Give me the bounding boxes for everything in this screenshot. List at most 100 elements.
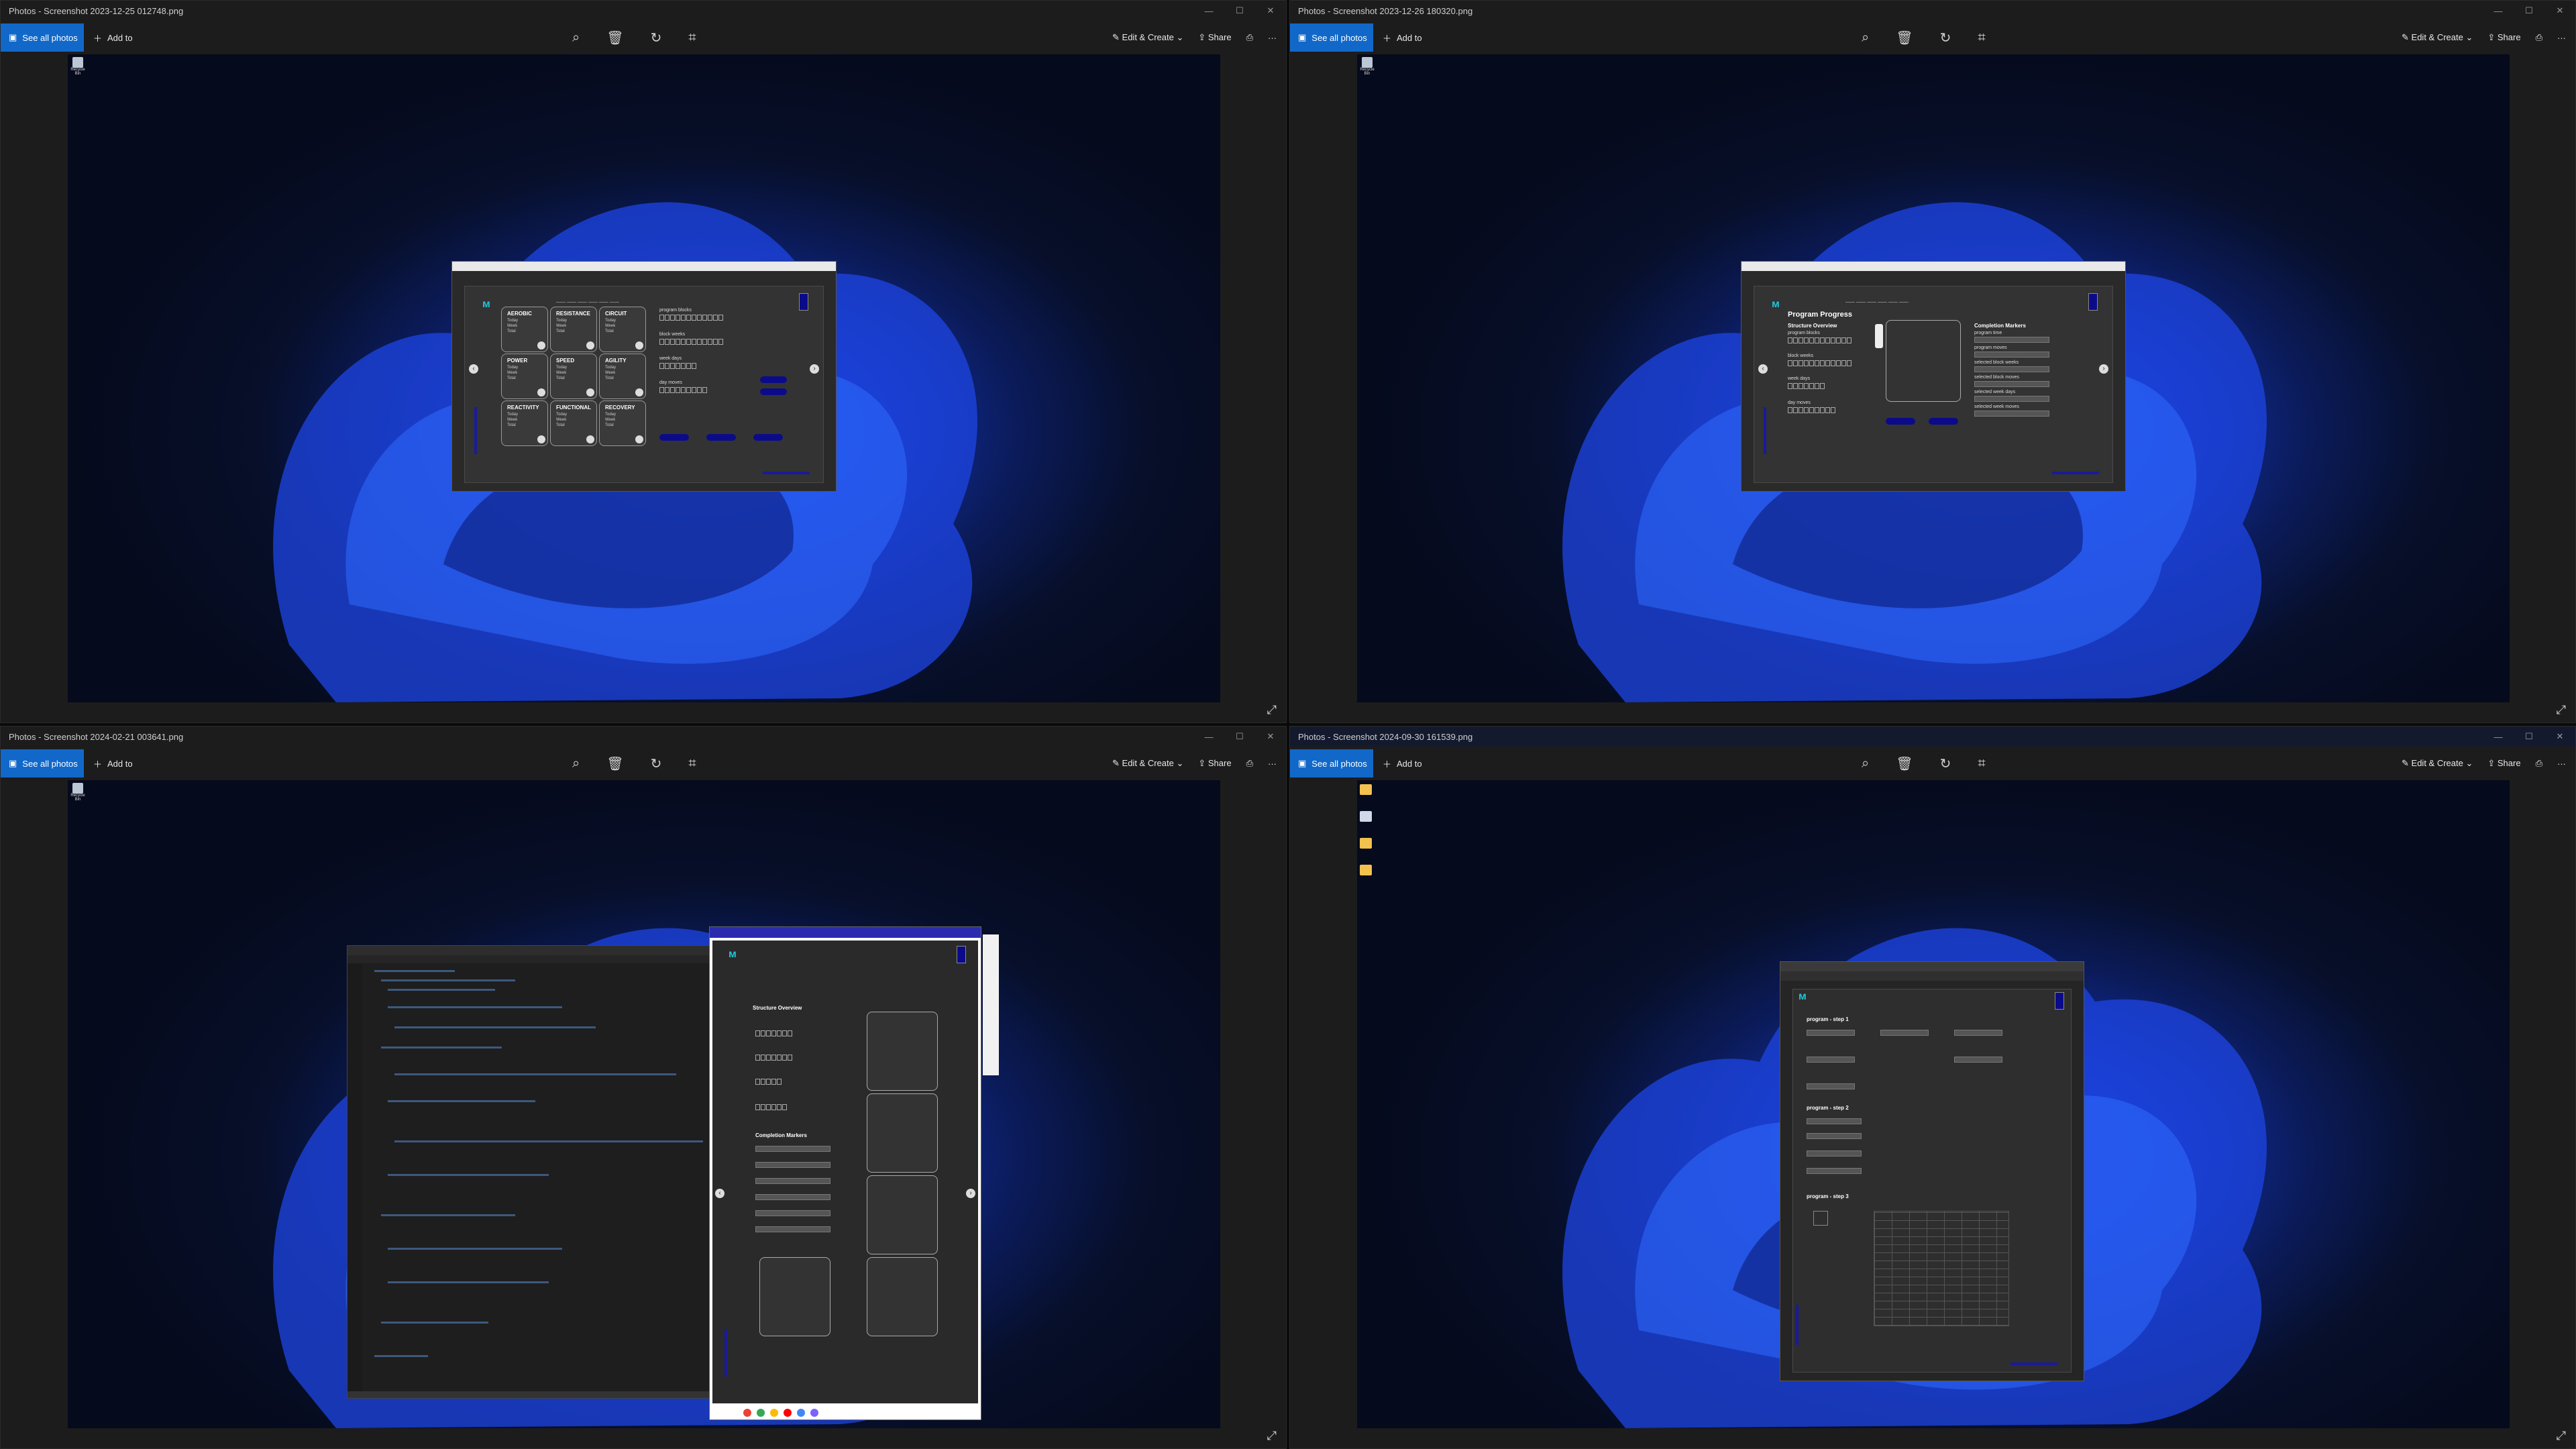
crop-icon[interactable]: ⌗ — [1978, 30, 1985, 46]
action-pill[interactable] — [1886, 418, 1915, 425]
form-field[interactable] — [1807, 1030, 1855, 1036]
print-icon[interactable]: ⎙ — [1246, 32, 1253, 43]
crop-icon[interactable]: ⌗ — [1978, 756, 1985, 771]
card-resistance[interactable]: RESISTANCE Today Week Total — [550, 307, 597, 352]
emulator-side-toolbar[interactable] — [983, 934, 999, 1075]
card-go-icon[interactable] — [537, 435, 545, 443]
close-button[interactable]: ✕ — [1255, 727, 1286, 747]
minimize-button[interactable]: — — [2483, 1, 2514, 21]
rotate-icon[interactable]: ↻ — [1940, 30, 1951, 46]
user-badge[interactable] — [957, 946, 966, 963]
next-arrow-icon[interactable]: › — [966, 1189, 975, 1198]
card-reactivity[interactable]: REACTIVITY Today Week Total — [501, 400, 548, 446]
user-badge[interactable] — [799, 293, 808, 311]
card-go-icon[interactable] — [635, 435, 643, 443]
form-field[interactable] — [1807, 1057, 1855, 1063]
crop-icon[interactable]: ⌗ — [688, 30, 696, 46]
folder-icon[interactable] — [1360, 784, 1372, 795]
next-arrow-icon[interactable]: › — [810, 364, 819, 374]
rotate-icon[interactable]: ↻ — [651, 30, 662, 46]
share-button[interactable]: ⇪ Share — [1198, 32, 1231, 43]
rotate-icon[interactable]: ↻ — [651, 755, 662, 772]
week-days-grid[interactable] — [1788, 383, 1825, 389]
expand-icon[interactable]: ⤢ — [1267, 703, 1277, 717]
expand-icon[interactable]: ⤢ — [1267, 1429, 1277, 1443]
more-button[interactable]: ··· — [2557, 33, 2566, 43]
share-button[interactable]: ⇪ Share — [2487, 758, 2520, 769]
day-moves-grid[interactable] — [1788, 407, 1835, 413]
zoom-icon[interactable]: ⌕ — [572, 30, 580, 46]
folder-icon[interactable] — [1360, 865, 1372, 875]
selection-panel[interactable] — [759, 1257, 830, 1336]
program-blocks-grid[interactable] — [755, 1030, 792, 1036]
action-pill[interactable] — [760, 388, 787, 395]
close-button[interactable]: ✕ — [2544, 1, 2575, 21]
maximize-button[interactable]: ☐ — [2514, 1, 2544, 21]
day-moves-grid[interactable] — [659, 387, 707, 393]
card-go-icon[interactable] — [537, 388, 545, 396]
see-all-photos-button[interactable]: ▣ See all photos — [1290, 23, 1373, 52]
form-field[interactable] — [1807, 1118, 1862, 1124]
action-pill[interactable] — [1929, 418, 1958, 425]
zoom-icon[interactable]: ⌕ — [1862, 30, 1869, 46]
edit-create-button[interactable]: ✎ Edit & Create ⌄ — [2402, 758, 2473, 769]
block-weeks-grid[interactable] — [755, 1055, 792, 1061]
minimize-button[interactable]: — — [1193, 1, 1224, 21]
app-icon[interactable] — [797, 1409, 805, 1417]
zoom-icon[interactable]: ⌕ — [1862, 756, 1869, 771]
card-aerobic[interactable]: AEROBIC Today Week Total — [501, 307, 548, 352]
action-pill[interactable] — [659, 434, 689, 441]
more-button[interactable]: ··· — [1268, 33, 1277, 43]
prev-arrow-icon[interactable]: ‹ — [469, 364, 478, 374]
add-to-button[interactable]: ＋ Add to — [93, 23, 133, 52]
see-all-photos-button[interactable]: ▣ See all photos — [1290, 749, 1373, 777]
print-icon[interactable]: ⎙ — [2536, 758, 2542, 769]
week-days-grid[interactable] — [755, 1079, 782, 1085]
program-blocks-grid[interactable] — [659, 315, 723, 321]
form-field[interactable] — [1880, 1030, 1929, 1036]
card-agility[interactable]: AGILITY Today Week Total — [599, 354, 646, 399]
minimize-button[interactable]: — — [2483, 727, 2514, 747]
minimize-button[interactable]: — — [1193, 727, 1224, 747]
share-button[interactable]: ⇪ Share — [1198, 758, 1231, 769]
form-field[interactable] — [1807, 1133, 1862, 1139]
card-recovery[interactable]: RECOVERY Today Week Total — [599, 400, 646, 446]
rotate-icon[interactable]: ↻ — [1940, 755, 1951, 772]
card-go-icon[interactable] — [586, 388, 594, 396]
selection-panel[interactable] — [867, 1093, 938, 1173]
see-all-photos-button[interactable]: ▣ See all photos — [1, 749, 84, 777]
form-field[interactable] — [1954, 1030, 2002, 1036]
more-button[interactable]: ··· — [2557, 759, 2566, 769]
panel-tab[interactable] — [1875, 324, 1883, 348]
share-button[interactable]: ⇪ Share — [2487, 32, 2520, 43]
selection-panel[interactable] — [867, 1175, 938, 1254]
edit-create-button[interactable]: ✎ Edit & Create ⌄ — [2402, 32, 2473, 43]
card-power[interactable]: POWER Today Week Total — [501, 354, 548, 399]
maximize-button[interactable]: ☐ — [1224, 727, 1255, 747]
block-weeks-grid[interactable] — [659, 339, 723, 345]
edit-create-button[interactable]: ✎ Edit & Create ⌄ — [1112, 758, 1183, 769]
action-pill[interactable] — [760, 376, 787, 383]
calendar-toggle[interactable] — [1813, 1211, 1828, 1226]
app-icon[interactable] — [784, 1409, 792, 1417]
see-all-photos-button[interactable]: ▣ See all photos — [1, 23, 84, 52]
week-days-grid[interactable] — [659, 363, 696, 369]
expand-icon[interactable]: ⤢ — [2557, 1429, 2566, 1443]
browser-tabs[interactable] — [1780, 962, 2084, 971]
next-arrow-icon[interactable]: › — [2099, 364, 2108, 374]
edit-create-button[interactable]: ✎ Edit & Create ⌄ — [1112, 32, 1183, 43]
recycle-bin-icon[interactable] — [1360, 811, 1372, 822]
add-to-button[interactable]: ＋ Add to — [1383, 749, 1422, 777]
block-weeks-grid[interactable] — [1788, 360, 1851, 366]
program-blocks-grid[interactable] — [1788, 337, 1851, 343]
delete-icon[interactable]: 🗑 — [1896, 755, 1913, 772]
schedule-grid[interactable] — [1874, 1211, 2009, 1326]
folder-icon[interactable] — [1360, 838, 1372, 849]
card-circuit[interactable]: CIRCUIT Today Week Total — [599, 307, 646, 352]
action-pill[interactable] — [753, 434, 783, 441]
form-field[interactable] — [1807, 1150, 1862, 1157]
maximize-button[interactable]: ☐ — [2514, 727, 2544, 747]
nav-links[interactable]: —— —— —— —— —— —— — [1845, 300, 1909, 305]
prev-arrow-icon[interactable]: ‹ — [1758, 364, 1768, 374]
print-icon[interactable]: ⎙ — [1246, 758, 1253, 769]
